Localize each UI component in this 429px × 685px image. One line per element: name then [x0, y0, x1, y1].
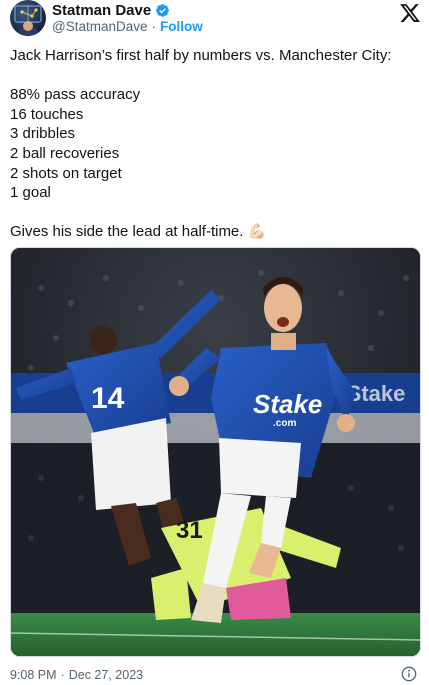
tweet-photo[interactable]: Stake 14 31 Stake .com — [10, 247, 421, 657]
goal-celebration-image: Stake 14 31 Stake .com — [11, 248, 420, 656]
handle-row: @StatmanDave · Follow — [52, 19, 203, 34]
sponsor-text: Stake — [253, 389, 322, 419]
name-row: Statman Dave — [52, 1, 170, 19]
stat-line: 88% pass accuracy — [10, 86, 141, 104]
tweet-intro: Jack Harrison’s first half by numbers vs… — [10, 47, 392, 64]
tweet-header: Statman Dave @StatmanDave · Follow — [8, 0, 421, 40]
stat-line: 2 shots on target — [10, 164, 122, 182]
keeper-number: 31 — [176, 517, 203, 544]
verified-badge-icon — [156, 3, 170, 17]
stat-line: 3 dribbles — [10, 125, 76, 143]
stat-line: 1 goal — [10, 184, 51, 202]
footer-separator: · — [60, 668, 65, 682]
tweet-text: Jack Harrison’s first half by numbers vs… — [10, 46, 420, 242]
jersey-number: 14 — [91, 382, 125, 415]
sponsor-sub-text: .com — [273, 418, 296, 429]
tweet-time[interactable]: 9:08 PM — [10, 668, 57, 682]
tweet-closing: Gives his side the lead at half-time. 💪🏻 — [10, 223, 267, 241]
tweet-footer: 9:08 PM · Dec 27, 2023 — [10, 668, 143, 682]
avatar[interactable] — [10, 0, 46, 36]
display-name[interactable]: Statman Dave — [52, 2, 151, 19]
tweet-date[interactable]: Dec 27, 2023 — [69, 668, 143, 682]
x-logo-icon[interactable] — [399, 2, 421, 24]
stat-line: 2 ball recoveries — [10, 144, 120, 162]
avatar-image — [14, 5, 42, 36]
info-icon[interactable] — [401, 666, 417, 682]
follow-button[interactable]: Follow — [160, 19, 203, 34]
separator-dot: · — [151, 19, 157, 34]
handle[interactable]: @StatmanDave — [52, 19, 148, 34]
stat-line: 16 touches — [10, 105, 84, 123]
